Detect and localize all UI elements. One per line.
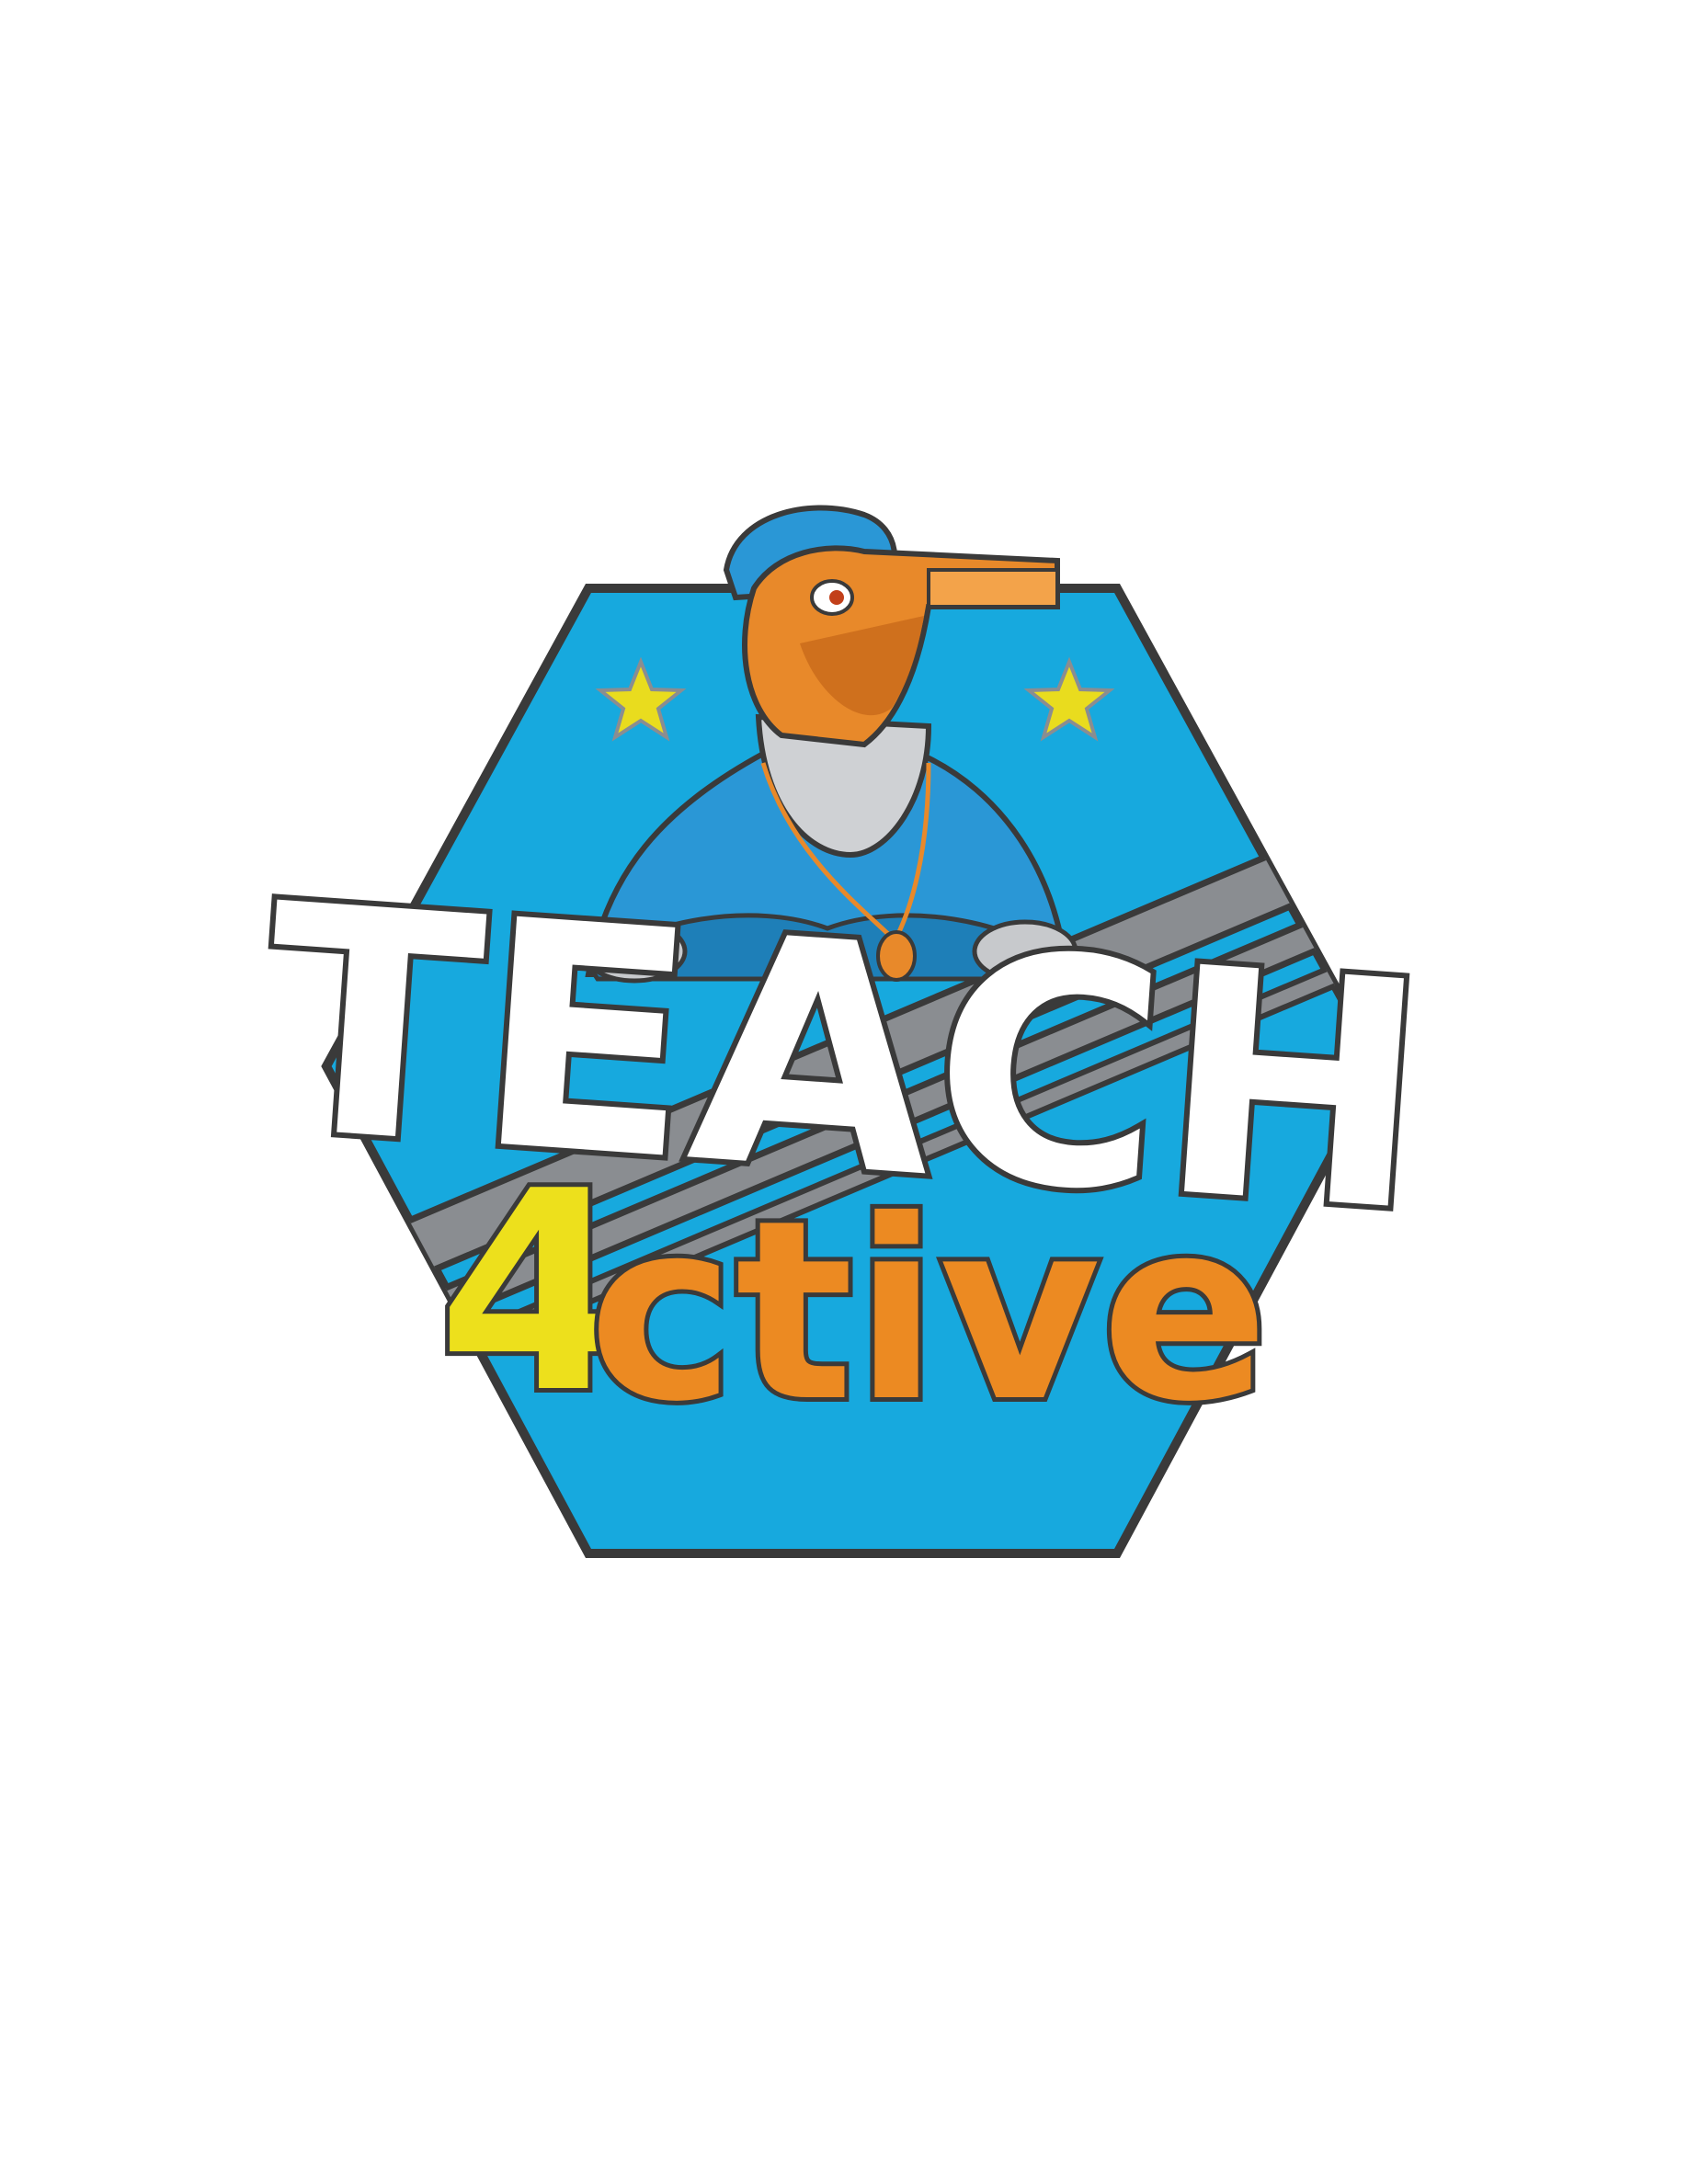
active-word: ctive <box>588 1166 1270 1456</box>
teach-4ctive-logo: TEACH 4 ctive <box>249 505 1443 1558</box>
